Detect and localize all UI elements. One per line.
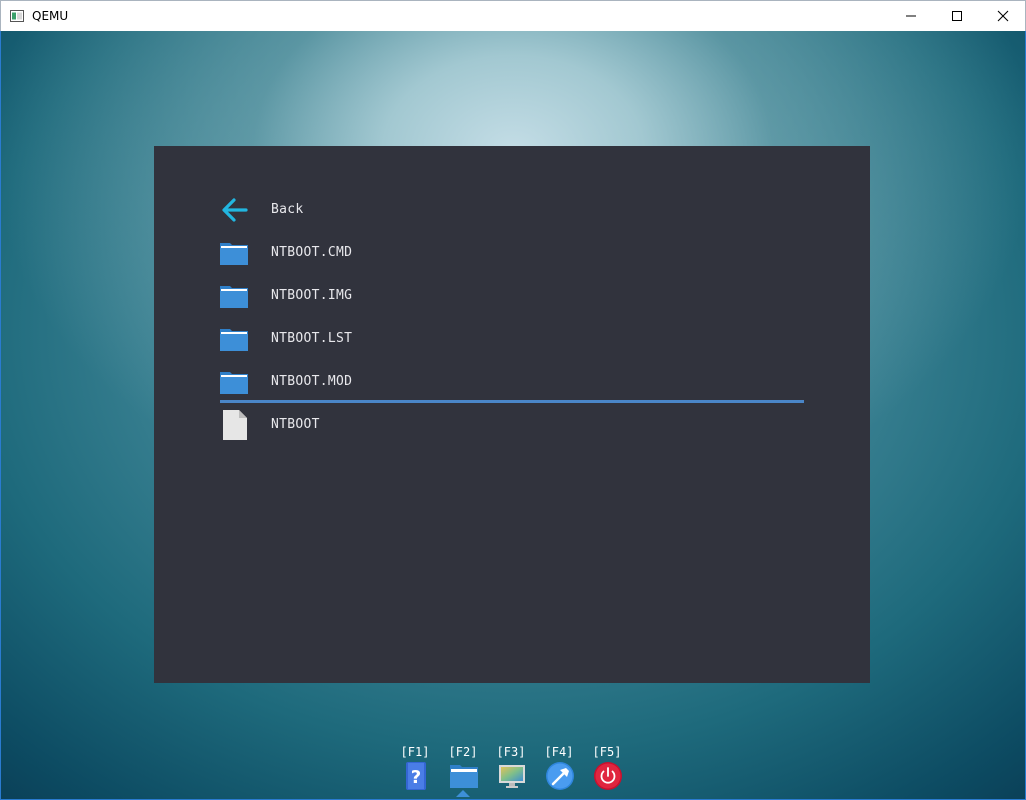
minimize-icon xyxy=(906,15,916,17)
file-item-ntboot[interactable]: NTBOOT xyxy=(218,404,804,446)
power-icon xyxy=(594,762,622,790)
dock-item-power[interactable]: [F5] xyxy=(589,743,625,795)
item-label: NTBOOT.LST xyxy=(271,331,353,346)
folder-icon xyxy=(220,329,248,351)
selection-highlight xyxy=(220,400,804,403)
item-label: NTBOOT.MOD xyxy=(271,374,353,389)
svg-text:?: ? xyxy=(411,767,421,788)
close-button[interactable] xyxy=(980,1,1026,31)
file-icon xyxy=(223,410,247,440)
dock-key-label: [F4] xyxy=(544,745,574,759)
active-indicator xyxy=(456,790,470,797)
back-item[interactable]: Back xyxy=(218,189,804,231)
folder-item-ntboot-lst[interactable]: NTBOOT.LST xyxy=(218,318,804,360)
file-manager-icon xyxy=(450,765,478,788)
file-browser-panel: Back NTBOOT.CMD NTBOOT.IMG NTBOOT.LST NT… xyxy=(154,146,870,683)
dock-key-label: [F3] xyxy=(496,745,526,759)
vm-display[interactable]: Back NTBOOT.CMD NTBOOT.IMG NTBOOT.LST NT… xyxy=(1,31,1025,799)
folder-item-ntboot-img[interactable]: NTBOOT.IMG xyxy=(218,275,804,317)
window-title: QEMU xyxy=(32,9,69,23)
dock-key-label: [F5] xyxy=(592,745,622,759)
dock-key-label: [F2] xyxy=(448,745,478,759)
qemu-window-icon xyxy=(10,10,24,22)
dock-item-file-manager[interactable]: [F2] xyxy=(445,743,481,797)
back-arrow-icon xyxy=(222,198,248,222)
dock-item-help[interactable]: [F1] ? xyxy=(397,743,433,795)
help-icon: ? xyxy=(406,762,426,790)
maximize-icon xyxy=(952,11,962,21)
close-icon xyxy=(997,10,1009,22)
window-titlebar[interactable]: QEMU xyxy=(0,0,1026,31)
minimize-button[interactable] xyxy=(888,1,934,31)
maximize-button[interactable] xyxy=(934,1,980,31)
folder-item-ntboot-cmd[interactable]: NTBOOT.CMD xyxy=(218,232,804,274)
item-label: NTBOOT xyxy=(271,417,320,432)
dock-key-label: [F1] xyxy=(400,745,430,759)
folder-icon xyxy=(220,286,248,308)
dock-item-display[interactable]: [F3] xyxy=(493,743,529,795)
folder-item-ntboot-mod[interactable]: NTBOOT.MOD xyxy=(218,361,804,403)
folder-icon xyxy=(220,372,248,394)
tools-icon xyxy=(546,762,574,790)
item-label: Back xyxy=(271,202,304,217)
display-icon xyxy=(499,765,525,788)
dock-item-tools[interactable]: [F4] xyxy=(541,743,577,795)
item-label: NTBOOT.IMG xyxy=(271,288,353,303)
folder-icon xyxy=(220,243,248,265)
item-label: NTBOOT.CMD xyxy=(271,245,353,260)
